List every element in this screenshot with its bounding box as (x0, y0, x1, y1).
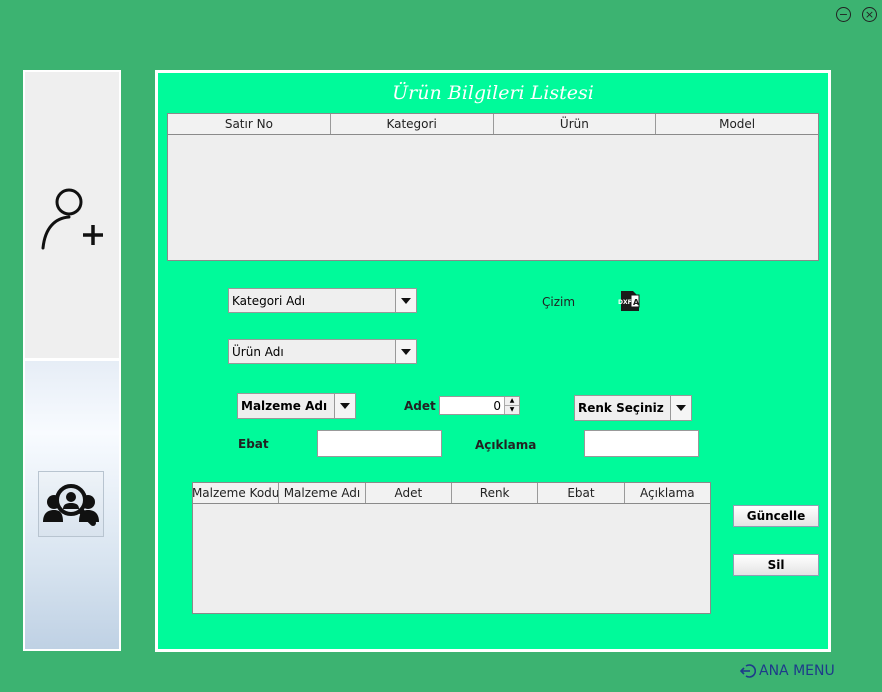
sign-out-arrow-icon (740, 664, 756, 678)
minimize-button[interactable]: − (836, 7, 851, 22)
quantity-value: 0 (493, 398, 501, 413)
description-label: Açıklama (475, 438, 537, 452)
column-header-aciklama[interactable]: Açıklama (625, 483, 710, 503)
svg-text:A: A (633, 298, 640, 307)
people-search-icon (43, 484, 99, 526)
dxf-file-icon[interactable]: A DXF (617, 289, 641, 313)
chevron-down-icon (395, 289, 416, 312)
column-header-malzeme-adi[interactable]: Malzeme Adı (279, 483, 366, 503)
description-field[interactable] (584, 430, 699, 457)
minus-circle-icon: − (838, 8, 849, 21)
category-select[interactable]: Kategori Adı (228, 288, 417, 313)
quantity-stepper[interactable]: 0 ▲ ▼ (439, 396, 520, 415)
color-select-value: Renk Seçiniz (578, 401, 664, 415)
chevron-down-icon (395, 340, 416, 363)
update-button[interactable]: Güncelle (733, 505, 819, 527)
column-header-satir-no[interactable]: Satır No (168, 114, 331, 134)
main-menu-link[interactable]: ANA MENU (740, 663, 835, 679)
stepper-arrows[interactable]: ▲ ▼ (504, 397, 519, 414)
column-header-adet[interactable]: Adet (366, 483, 452, 503)
product-select-value: Ürün Adı (232, 344, 284, 359)
size-label: Ebat (238, 437, 269, 451)
column-header-urun[interactable]: Ürün (494, 114, 657, 134)
size-field[interactable] (317, 430, 442, 457)
delete-button[interactable]: Sil (733, 554, 819, 576)
chevron-down-icon (670, 396, 691, 420)
table-header: Satır No Kategori Ürün Model (168, 114, 818, 135)
chevron-down-icon (334, 394, 355, 418)
color-select[interactable]: Renk Seçiniz (574, 395, 692, 421)
column-header-model[interactable]: Model (656, 114, 818, 134)
product-list-table[interactable]: Satır No Kategori Ürün Model (167, 113, 819, 261)
search-users-button[interactable] (38, 471, 104, 537)
column-header-malzeme-kodu[interactable]: Malzeme Kodu (193, 483, 280, 503)
category-select-value: Kategori Adı (232, 293, 306, 308)
column-header-kategori[interactable]: Kategori (331, 114, 494, 134)
table-header: Malzeme Kodu Malzeme Adı Adet Renk Ebat … (193, 483, 710, 504)
column-header-ebat[interactable]: Ebat (538, 483, 625, 503)
stepper-down-icon[interactable]: ▼ (505, 406, 519, 414)
sidebar-add-user-panel[interactable] (23, 70, 121, 360)
material-select[interactable]: Malzeme Adı (237, 393, 356, 419)
column-header-renk[interactable]: Renk (452, 483, 539, 503)
person-add-icon (41, 188, 103, 250)
stepper-up-icon[interactable]: ▲ (505, 397, 519, 406)
close-button[interactable]: × (862, 7, 877, 22)
material-select-value: Malzeme Adı (241, 399, 328, 413)
product-select[interactable]: Ürün Adı (228, 339, 417, 364)
page-title: Ürün Bilgileri Listesi (392, 82, 594, 104)
x-circle-icon: × (864, 8, 875, 21)
material-table[interactable]: Malzeme Kodu Malzeme Adı Adet Renk Ebat … (192, 482, 711, 614)
drawing-label: Çizim (542, 295, 576, 309)
main-menu-label: ANA MENU (759, 663, 835, 679)
quantity-label: Adet (404, 399, 436, 413)
dxf-icon-text: DXF (618, 299, 632, 306)
